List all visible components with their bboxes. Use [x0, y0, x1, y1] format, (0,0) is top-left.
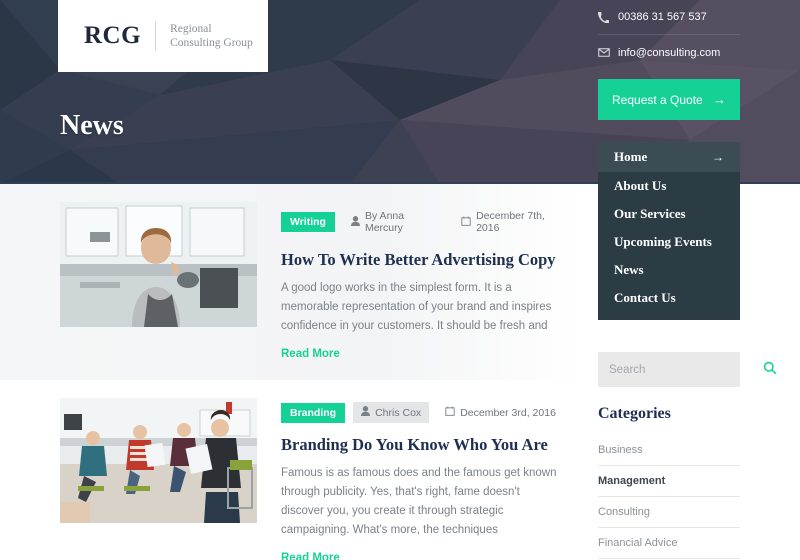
categories-widget: Categories Business Management Consultin…: [598, 405, 740, 559]
post-category-badge[interactable]: Writing: [281, 212, 335, 232]
post-list: Writing By Anna Mercury December 7th, 20…: [0, 184, 580, 560]
post-content: Branding Chris Cox December 3rd, 2016 Br…: [257, 398, 570, 560]
category-item-consulting[interactable]: Consulting: [598, 497, 740, 528]
contact-email[interactable]: info@consulting.com: [598, 35, 740, 70]
category-item-financial-advice[interactable]: Financial Advice: [598, 528, 740, 559]
request-quote-button[interactable]: Request a Quote →: [598, 79, 740, 120]
post-date-text: December 3rd, 2016: [460, 406, 556, 419]
post-item: Branding Chris Cox December 3rd, 2016 Br…: [0, 380, 580, 560]
categories-title: Categories: [598, 405, 671, 422]
phone-icon: [598, 11, 618, 23]
nav-item-about-us-label: About Us: [614, 178, 667, 193]
read-more-link[interactable]: Read More: [281, 348, 340, 360]
header-contact-block: 00386 31 567 537 info@consulting.com Req…: [598, 0, 740, 120]
post-meta: Branding Chris Cox December 3rd, 2016: [281, 402, 570, 423]
post-date[interactable]: December 7th, 2016: [453, 206, 570, 238]
user-icon: [350, 215, 360, 229]
post-author-name: Chris Cox: [375, 406, 422, 419]
arrow-right-icon: →: [712, 149, 724, 164]
team-meeting-photo-icon: [60, 398, 257, 523]
calendar-icon: [445, 406, 455, 419]
envelope-icon: [598, 48, 618, 57]
logo-mark: RCG: [84, 22, 142, 49]
post-meta: Writing By Anna Mercury December 7th, 20…: [281, 206, 570, 238]
nav-item-news-label: News: [614, 262, 644, 277]
category-item-business[interactable]: Business: [598, 435, 740, 466]
post-author-name: By Anna Mercury: [364, 210, 405, 234]
nav-item-our-services-label: Our Services: [614, 206, 686, 221]
page-root: RCG Regional Consulting Group News 00386…: [0, 0, 800, 560]
logo-tagline: Regional Consulting Group: [170, 23, 253, 49]
main-navigation: Home → About Us Our Services Upcoming Ev…: [598, 142, 740, 320]
nav-item-news[interactable]: News: [598, 256, 740, 284]
nav-item-contact-us[interactable]: Contact Us: [598, 284, 740, 312]
contact-phone-text: 00386 31 567 537: [618, 11, 707, 23]
contact-phone[interactable]: 00386 31 567 537: [598, 0, 740, 35]
post-author[interactable]: By Anna Mercury: [343, 206, 445, 238]
post-title[interactable]: Branding Do You Know Who You Are: [281, 435, 570, 455]
post-content: Writing By Anna Mercury December 7th, 20…: [257, 202, 570, 362]
post-title[interactable]: How To Write Better Advertising Copy: [281, 250, 570, 270]
page-title: News: [60, 110, 124, 141]
category-item-management[interactable]: Management: [598, 466, 740, 497]
man-at-desk-photo-icon: [60, 202, 257, 327]
nav-item-contact-us-label: Contact Us: [614, 290, 676, 305]
request-quote-label: Request a Quote: [612, 92, 703, 107]
post-excerpt: A good logo works in the simplest form. …: [281, 282, 552, 332]
post-thumbnail[interactable]: [60, 202, 257, 327]
search-input[interactable]: [609, 363, 763, 376]
search-icon[interactable]: [763, 361, 777, 378]
nav-item-upcoming-events-label: Upcoming Events: [614, 234, 712, 249]
read-more-link[interactable]: Read More: [281, 552, 340, 560]
post-item: Writing By Anna Mercury December 7th, 20…: [0, 184, 580, 380]
site-logo[interactable]: RCG Regional Consulting Group: [58, 0, 268, 72]
calendar-icon: [461, 216, 471, 229]
post-date-text: December 7th, 2016: [476, 210, 545, 234]
arrow-right-icon: →: [713, 92, 726, 107]
search-box[interactable]: [598, 352, 777, 387]
logo-divider: [155, 21, 157, 51]
post-date[interactable]: December 3rd, 2016: [437, 402, 564, 423]
contact-email-text: info@consulting.com: [618, 46, 721, 59]
post-category-badge[interactable]: Branding: [281, 402, 346, 423]
nav-item-upcoming-events[interactable]: Upcoming Events: [598, 228, 740, 256]
post-excerpt: Famous is as famous does and the famous …: [281, 467, 557, 536]
user-icon: [361, 406, 371, 419]
post-author[interactable]: Chris Cox: [353, 402, 430, 423]
post-thumbnail[interactable]: [60, 398, 257, 523]
nav-item-our-services[interactable]: Our Services: [598, 200, 740, 228]
nav-item-about-us[interactable]: About Us: [598, 172, 740, 200]
nav-item-home-label: Home: [614, 149, 648, 164]
nav-item-home[interactable]: Home →: [598, 142, 740, 172]
